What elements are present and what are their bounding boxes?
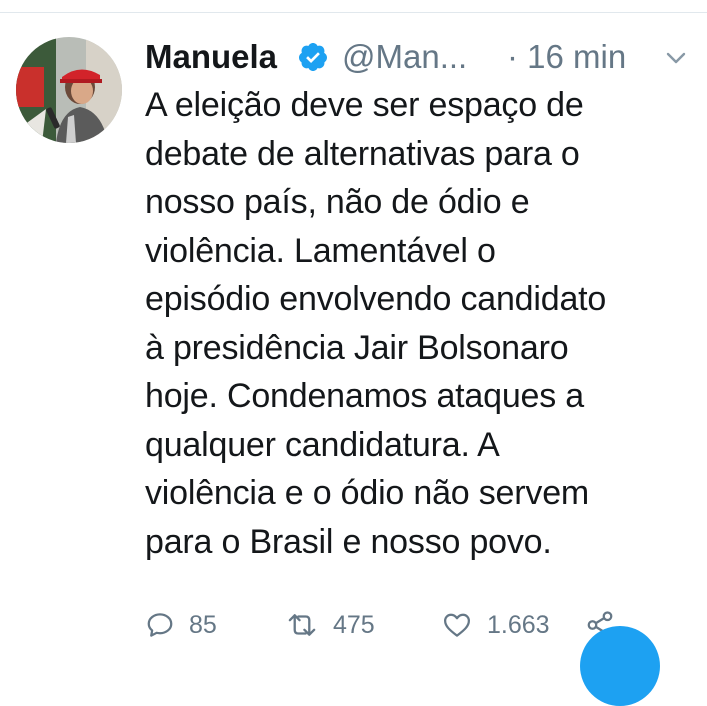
reply-count: 85 (189, 610, 217, 639)
like-count: 1.663 (487, 610, 550, 639)
retweet-button[interactable]: 475 (285, 605, 375, 645)
tweet-text: A eleição deve ser espaço de debate de a… (145, 86, 607, 561)
tweet-header: Manuela @Man... · 16 min (145, 35, 695, 79)
heart-icon (444, 613, 470, 637)
like-button[interactable]: 1.663 (441, 605, 550, 645)
author-handle[interactable]: @Man... (342, 35, 467, 79)
retweet-count: 475 (333, 610, 375, 639)
author-name[interactable]: Manuela (145, 35, 277, 79)
top-divider (0, 0, 707, 13)
reply-button[interactable]: 85 (145, 605, 217, 645)
reply-icon (147, 613, 173, 637)
compose-tweet-button[interactable] (580, 626, 660, 706)
tweet-timestamp[interactable]: · 16 min (507, 35, 626, 79)
verified-badge-icon (298, 43, 327, 71)
tweet[interactable]: Manuela @Man... · 16 min A eleição deve … (0, 13, 707, 640)
avatar-image (16, 37, 122, 143)
avatar[interactable] (16, 37, 122, 143)
chevron-down-icon[interactable] (665, 47, 687, 69)
retweet-icon (288, 614, 316, 636)
